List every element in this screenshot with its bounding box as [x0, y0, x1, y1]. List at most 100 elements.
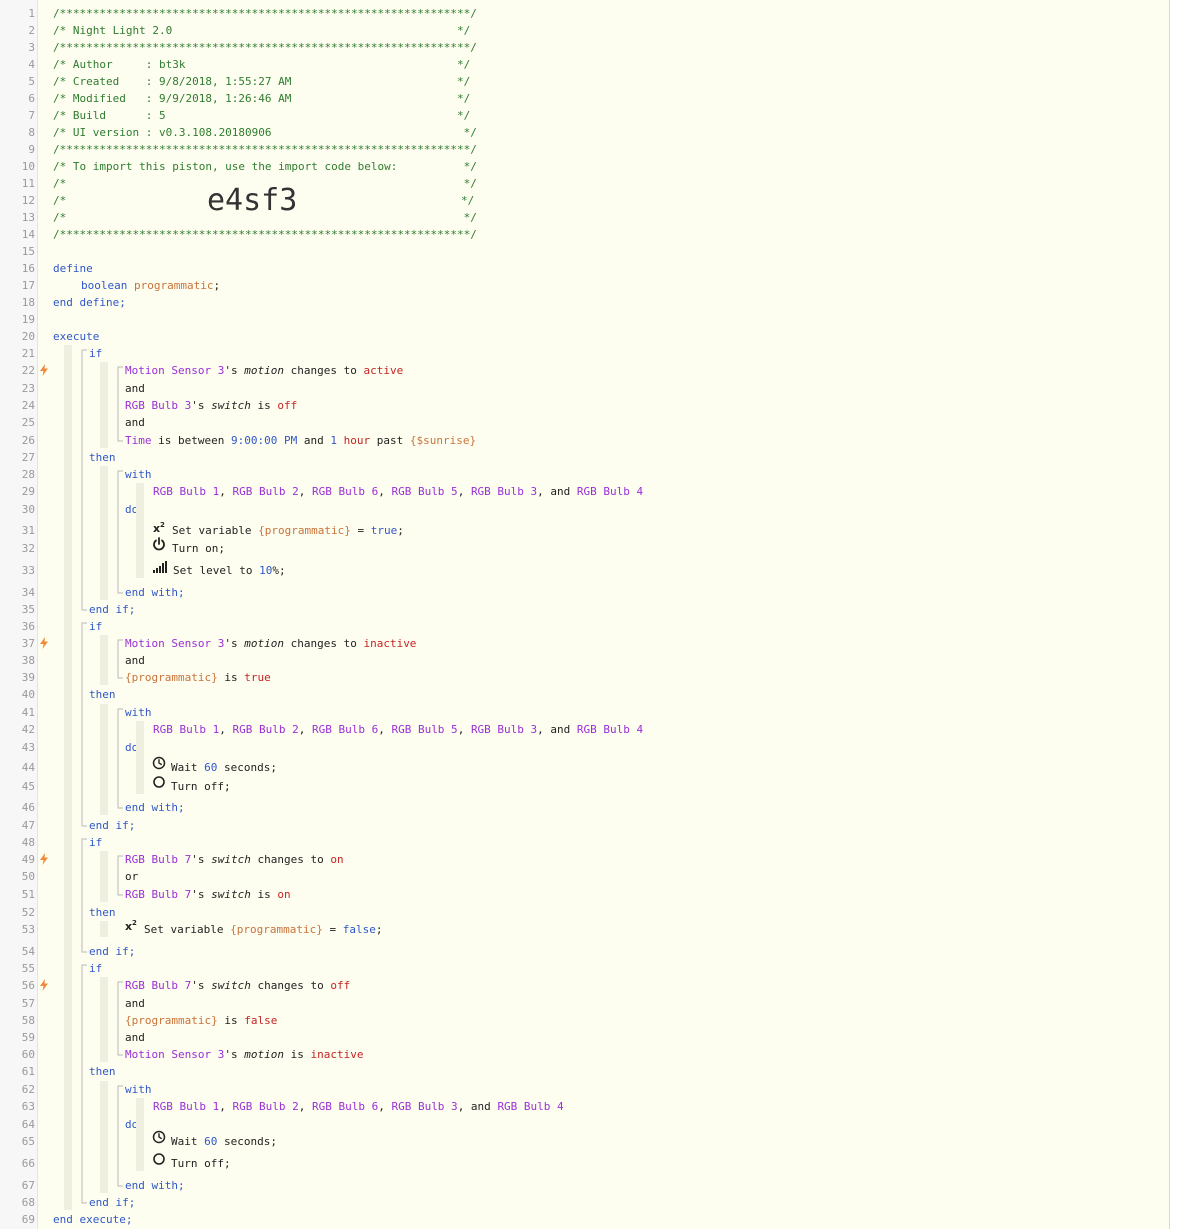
power-on-icon [153, 537, 165, 551]
code-token: Motion Sensor 3 [125, 1048, 225, 1061]
trigger-bolt-icon [40, 979, 48, 991]
code-token: hour [343, 434, 371, 447]
line-number: 37 [21, 637, 35, 650]
power-off-icon [153, 1153, 165, 1165]
code-line: and [125, 380, 145, 397]
code-token: switch [211, 979, 251, 992]
code-token: Wait [171, 761, 198, 774]
line-number: 43 [21, 741, 35, 754]
code-token: false [342, 923, 376, 936]
code-token: end with; [125, 801, 185, 814]
code-token: past [376, 434, 404, 447]
code-token: or [125, 870, 139, 883]
code-token: , [457, 723, 471, 736]
line-number: 25 [21, 416, 35, 429]
code-token: switch [211, 399, 251, 412]
code-line: Wait 60 seconds; [171, 759, 277, 776]
code-line: end if; [89, 817, 135, 834]
code-token: ; [397, 524, 404, 537]
code-token: changes to [290, 637, 357, 650]
code-token: seconds; [224, 1135, 277, 1148]
code-token: ; [213, 279, 221, 292]
clock-icon [152, 1130, 166, 1144]
line-number: 56 [21, 979, 35, 992]
code-line: if [89, 345, 102, 362]
code-line: with [125, 466, 152, 483]
code-token: Set variable [172, 524, 252, 537]
code-line: /* Build : 5 */ [53, 107, 470, 124]
code-line: RGB Bulb 7's switch changes to off [125, 977, 350, 994]
code-token: RGB Bulb 3 [470, 723, 538, 736]
code-line: /***************************************… [53, 226, 477, 243]
line-number: 55 [21, 962, 35, 975]
code-line: if [89, 618, 102, 635]
line-number: 34 [21, 586, 35, 599]
code-token: /* Created : 9/8/2018, 1:55:27 AM */ [53, 75, 471, 88]
code-line: execute [53, 328, 99, 345]
code-token: active [363, 364, 404, 377]
piston-code-editor: 1 2 3 4 5 6 7 8 9 10 11 12 13 14 15 16 17 18 19 20 21 22 23 24 2… [0, 0, 1170, 1229]
code-line: /* UI version : v0.3.108.20180906 */ [53, 124, 477, 141]
line-number: 28 [21, 468, 35, 481]
code-token: /* Build : 5 */ [53, 109, 471, 122]
code-line: then [89, 686, 116, 703]
code-token: 1 [330, 434, 337, 447]
code-token: = [322, 923, 343, 936]
code-token: /***************************************… [53, 228, 477, 241]
line-number: 62 [21, 1083, 35, 1096]
line-number: 67 [21, 1179, 35, 1192]
trigger-bolt-icon [40, 853, 48, 865]
line-number: 35 [21, 603, 35, 616]
line-number: 11 [21, 177, 35, 190]
svg-text:2: 2 [132, 919, 137, 927]
line-number: 17 [21, 279, 35, 292]
code-token: Wait [171, 1135, 198, 1148]
code-token: motion [244, 1048, 284, 1061]
code-token: motion [244, 364, 284, 377]
code-line: /***************************************… [53, 141, 477, 158]
block-indent-stripe [100, 921, 108, 937]
line-number: 29 [21, 485, 35, 498]
block-guide-line [81, 622, 87, 827]
code-token: , [298, 1100, 312, 1113]
code-token: , and [537, 485, 577, 498]
code-token: 10 [259, 564, 273, 577]
code-token: end with; [125, 586, 185, 599]
code-token: /***************************************… [53, 143, 477, 156]
line-number: 3 [28, 41, 35, 54]
line-number: 6 [28, 92, 35, 105]
line-number: 58 [21, 1014, 35, 1027]
code-line: end if; [89, 1194, 135, 1211]
line-number: 44 [21, 761, 35, 774]
line-number: 48 [21, 836, 35, 849]
line-number: 53 [21, 923, 35, 936]
code-token: = [350, 524, 371, 537]
line-number: 65 [21, 1135, 35, 1148]
code-token: and [125, 416, 145, 429]
line-number: 31 [21, 524, 35, 537]
code-token: and [125, 654, 145, 667]
code-token: /* To import this piston, use the import… [53, 160, 477, 173]
code-token: inactive [310, 1048, 364, 1061]
code-token: RGB Bulb 1 [153, 723, 220, 736]
line-number: 1 [28, 7, 35, 20]
import-code[interactable]: e4sf3 [207, 181, 297, 221]
line-number: 46 [21, 801, 35, 814]
code-line: Time is between 9:00:00 PM and 1 hour pa… [125, 432, 476, 449]
svg-text:2: 2 [160, 521, 165, 529]
code-token: with [125, 1083, 152, 1096]
code-token: seconds; [224, 761, 277, 774]
trigger-bolt-icon [40, 637, 48, 649]
code-line: Set level to 10%; [173, 562, 286, 579]
line-number: 60 [21, 1048, 35, 1061]
line-number-gutter: 1 2 3 4 5 6 7 8 9 10 11 12 13 14 15 16 17 18 19 20 21 22 23 24 2… [0, 0, 38, 1229]
line-number: 30 [21, 503, 35, 516]
code-line: Turn on; [172, 540, 225, 557]
